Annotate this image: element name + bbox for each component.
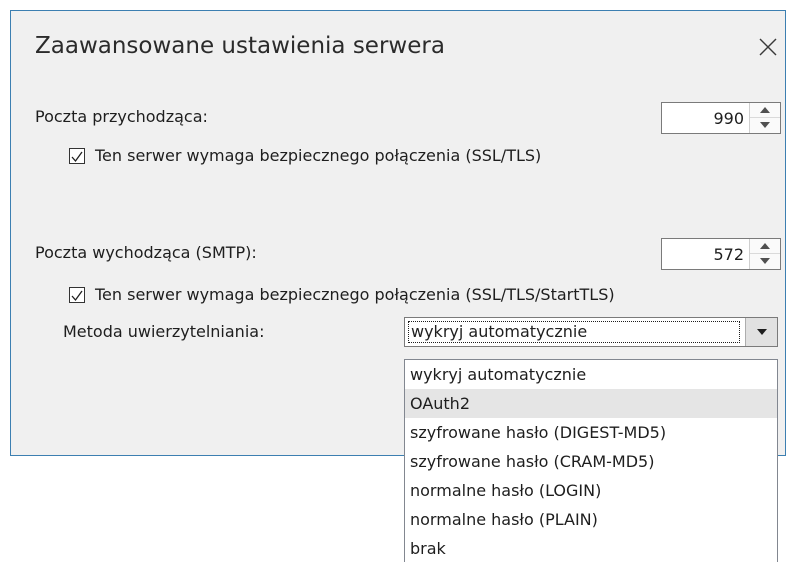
close-icon bbox=[759, 38, 777, 56]
auth-method-selected-value[interactable]: wykryj automatycznie bbox=[408, 321, 740, 343]
incoming-port-value[interactable]: 990 bbox=[713, 109, 744, 128]
auth-option-none[interactable]: brak bbox=[405, 534, 777, 563]
incoming-port-arrows bbox=[749, 103, 780, 133]
auth-method-select[interactable]: wykryj automatycznie bbox=[404, 317, 778, 347]
checkmark-icon bbox=[71, 290, 83, 302]
chevron-up-icon bbox=[760, 243, 770, 249]
close-button[interactable] bbox=[753, 31, 783, 61]
auth-option-plain[interactable]: normalne hasło (PLAIN) bbox=[405, 505, 777, 534]
auth-method-options-list: wykryj automatycznie OAuth2 szyfrowane h… bbox=[404, 359, 778, 562]
auth-option-oauth2[interactable]: OAuth2 bbox=[405, 389, 777, 418]
auth-method-label: Metoda uwierzytelniania: bbox=[63, 322, 265, 341]
auth-option-cram-md5[interactable]: szyfrowane hasło (CRAM-MD5) bbox=[405, 447, 777, 476]
incoming-ssl-checkbox[interactable] bbox=[69, 148, 85, 164]
incoming-mail-label: Poczta przychodząca: bbox=[35, 107, 208, 126]
chevron-up-icon bbox=[760, 107, 770, 113]
chevron-down-icon bbox=[760, 258, 770, 264]
chevron-down-icon bbox=[760, 122, 770, 128]
auth-option-auto[interactable]: wykryj automatycznie bbox=[405, 360, 777, 389]
auth-option-login[interactable]: normalne hasło (LOGIN) bbox=[405, 476, 777, 505]
incoming-port-down-button[interactable] bbox=[750, 118, 780, 133]
outgoing-port-spinner[interactable]: 572 bbox=[661, 238, 781, 270]
auth-method-dropdown-button[interactable] bbox=[745, 318, 777, 346]
outgoing-port-arrows bbox=[749, 239, 780, 269]
outgoing-port-up-button[interactable] bbox=[750, 239, 780, 254]
chevron-down-icon bbox=[757, 329, 767, 335]
outgoing-port-value[interactable]: 572 bbox=[713, 245, 744, 264]
incoming-port-spinner[interactable]: 990 bbox=[661, 102, 781, 134]
outgoing-mail-label: Poczta wychodząca (SMTP): bbox=[35, 243, 257, 262]
incoming-ssl-label[interactable]: Ten serwer wymaga bezpiecznego połączeni… bbox=[95, 146, 541, 165]
outgoing-ssl-checkbox[interactable] bbox=[69, 287, 85, 303]
dialog-title: Zaawansowane ustawienia serwera bbox=[35, 33, 445, 59]
auth-option-digest-md5[interactable]: szyfrowane hasło (DIGEST-MD5) bbox=[405, 418, 777, 447]
outgoing-port-down-button[interactable] bbox=[750, 254, 780, 269]
incoming-port-up-button[interactable] bbox=[750, 103, 780, 118]
outgoing-ssl-label[interactable]: Ten serwer wymaga bezpiecznego połączeni… bbox=[95, 285, 615, 304]
checkmark-icon bbox=[71, 151, 83, 163]
